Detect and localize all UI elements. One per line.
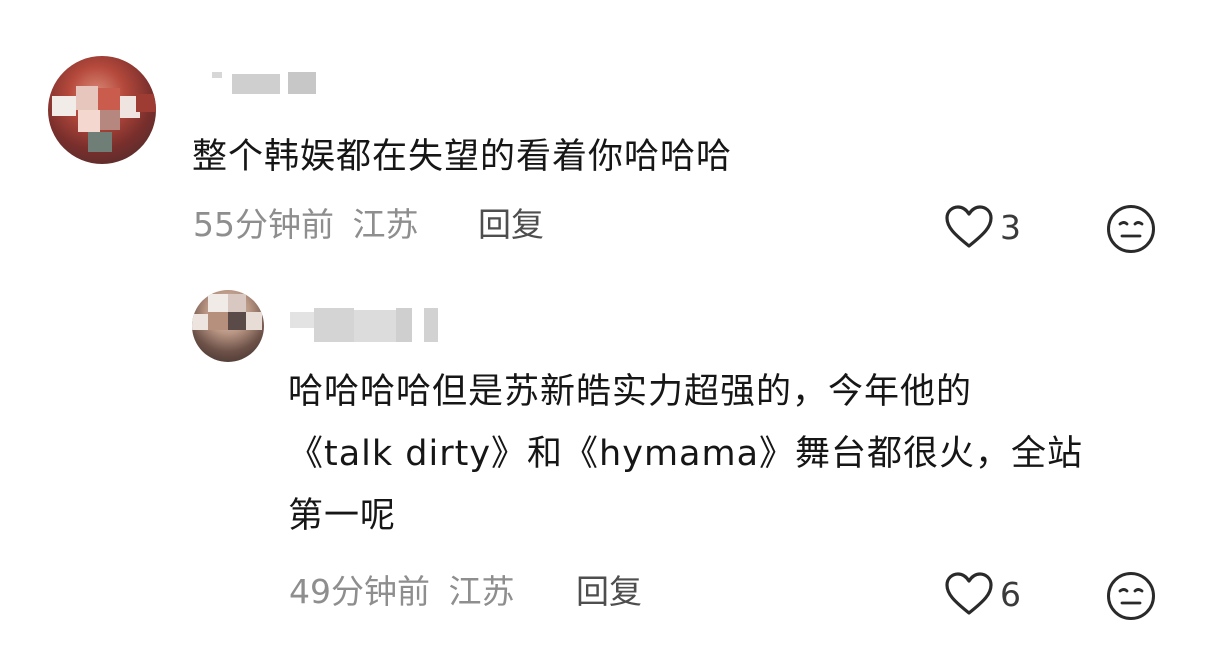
comment-meta: 55分钟前 江苏 xyxy=(193,205,419,245)
avatar[interactable] xyxy=(48,56,156,164)
comment-location: 江苏 xyxy=(448,572,515,611)
comment-location: 江苏 xyxy=(352,205,419,244)
like-button[interactable]: 3 xyxy=(944,202,1021,252)
reply-button[interactable]: 回复 xyxy=(478,205,544,245)
like-count: 6 xyxy=(1000,574,1021,614)
avatar[interactable] xyxy=(192,290,264,362)
comment-text-line: 《talk dirty》和《hymama》舞台都很火，全站 xyxy=(288,434,1084,474)
comment-time: 49分钟前 xyxy=(289,572,430,611)
username-blurred[interactable] xyxy=(212,66,322,94)
meh-face-icon[interactable] xyxy=(1106,204,1156,254)
comment-text: 整个韩娱都在失望的看着你哈哈哈 xyxy=(192,126,732,188)
heart-outline-icon xyxy=(945,205,993,248)
meh-face-icon[interactable] xyxy=(1106,571,1156,621)
comment-text: 哈哈哈哈但是苏新皓实力超强的，今年他的 《talk dirty》和《hymama… xyxy=(288,361,1083,547)
avatar-pixelation xyxy=(192,290,264,362)
comment-text-line: 哈哈哈哈但是苏新皓实力超强的，今年他的 xyxy=(288,372,973,412)
like-button[interactable]: 6 xyxy=(944,569,1021,619)
username-blurred[interactable] xyxy=(290,308,450,342)
reply-button[interactable]: 回复 xyxy=(576,572,642,612)
comment-text-line: 第一呢 xyxy=(288,496,397,536)
heart-outline-icon xyxy=(945,572,993,615)
comment-text-line: 整个韩娱都在失望的看着你哈哈哈 xyxy=(192,137,733,177)
avatar-pixelation xyxy=(48,56,156,164)
comment-meta: 49分钟前 江苏 xyxy=(289,572,515,612)
comment-time: 55分钟前 xyxy=(193,205,334,244)
like-count: 3 xyxy=(1000,207,1021,247)
